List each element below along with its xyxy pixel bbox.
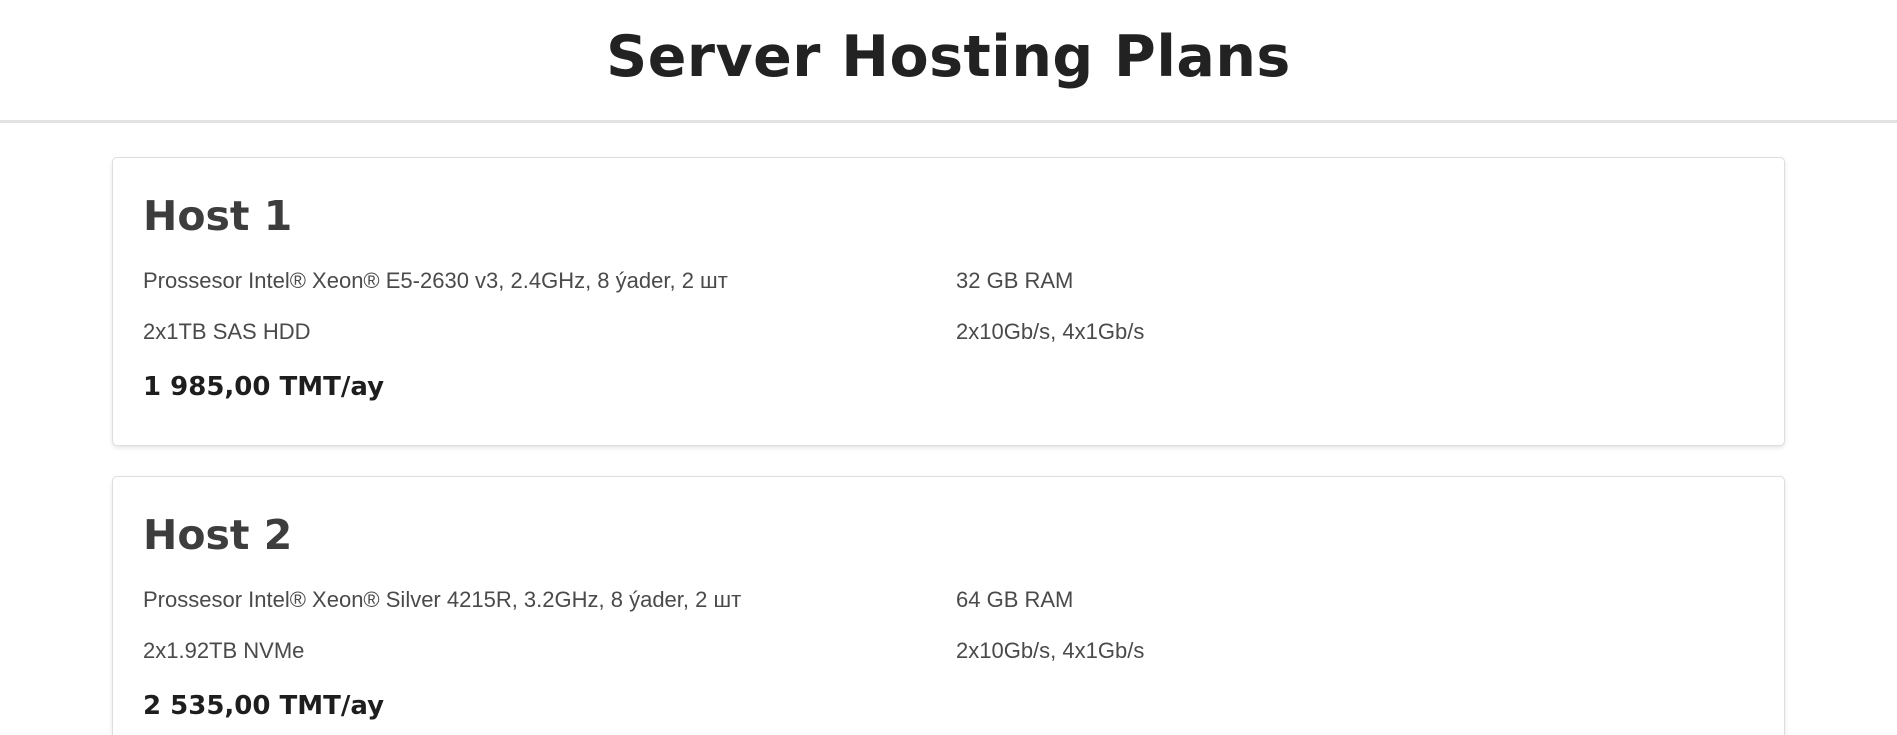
plan-name: Host 2 <box>143 511 293 559</box>
plan-card-host-1: Host 1 Prossesor Intel® Xeon® E5-2630 v3… <box>112 157 1785 446</box>
page-title: Server Hosting Plans <box>606 24 1291 90</box>
plan-specs: Prossesor Intel® Xeon® Silver 4215R, 3.2… <box>143 574 1754 676</box>
plan-card-host-2: Host 2 Prossesor Intel® Xeon® Silver 421… <box>112 476 1785 735</box>
spec-network: 2x10Gb/s, 4x1Gb/s <box>956 319 1145 344</box>
spec-cpu: Prossesor Intel® Xeon® E5-2630 v3, 2.4GH… <box>143 268 728 293</box>
spec-cpu: Prossesor Intel® Xeon® Silver 4215R, 3.2… <box>143 587 742 612</box>
spec-storage: 2x1TB SAS HDD <box>143 319 311 344</box>
page-header: Server Hosting Plans <box>0 0 1897 123</box>
plan-price: 1 985,00 TMT/ay <box>143 372 385 402</box>
spec-network: 2x10Gb/s, 4x1Gb/s <box>956 638 1145 663</box>
plan-name: Host 1 <box>143 192 293 240</box>
plan-specs: Prossesor Intel® Xeon® E5-2630 v3, 2.4GH… <box>143 255 1754 357</box>
spec-ram: 32 GB RAM <box>956 268 1074 293</box>
spec-ram: 64 GB RAM <box>956 587 1074 612</box>
spec-storage: 2x1.92TB NVMe <box>143 638 305 663</box>
plan-price: 2 535,00 TMT/ay <box>143 691 385 721</box>
